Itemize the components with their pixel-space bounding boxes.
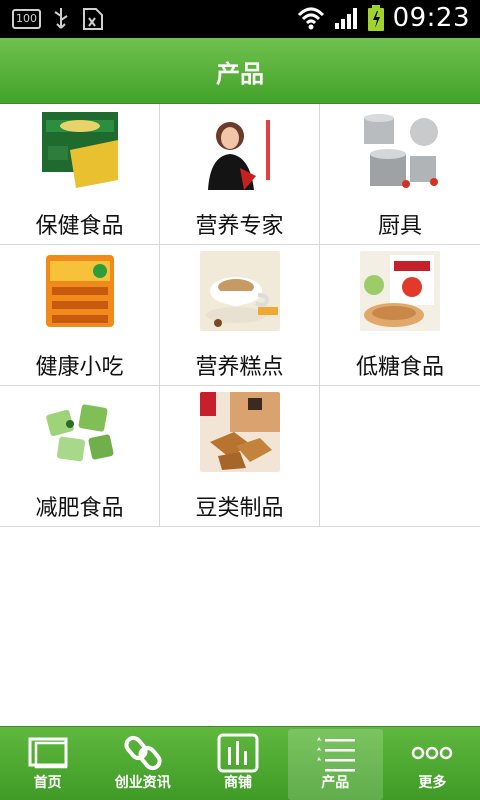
list-icon: [317, 737, 356, 772]
link-icon: [124, 735, 162, 771]
chart-icon: [217, 733, 259, 773]
category-label: 低糖食品: [355, 355, 444, 380]
signal-icon: [334, 8, 357, 29]
title-bar: 产品: [0, 38, 480, 104]
tab-business-news[interactable]: 创业资讯: [95, 727, 190, 800]
category-label: 豆类制品: [195, 496, 284, 521]
category-label: 厨具: [377, 214, 422, 239]
cookware-image: [360, 110, 440, 190]
nutrition-expert-image: [200, 110, 280, 190]
healthy-snacks-image: [40, 251, 120, 331]
status-left-icons: 100: [12, 6, 105, 32]
category-diet-food[interactable]: 减肥食品: [0, 386, 160, 526]
clock: 09:23: [392, 3, 470, 33]
health-food-image: [40, 110, 120, 190]
tab-more[interactable]: 更多: [385, 727, 480, 800]
category-grid: 保健食品 营养专家 厨具 健康小吃 营养糕点 低糖食品 减肥食品 豆类制品: [0, 104, 480, 527]
category-healthy-snacks[interactable]: 健康小吃: [0, 245, 160, 385]
home-icon: [28, 737, 68, 769]
status-right-icons: 09:23: [297, 3, 470, 33]
grid-row: 保健食品 营养专家 厨具: [0, 104, 480, 245]
tab-label: 产品: [321, 775, 350, 791]
category-label: 健康小吃: [35, 355, 124, 380]
bean-products-image: [200, 392, 280, 472]
battery-icon: [367, 5, 384, 31]
low-sugar-food-image: [360, 251, 440, 331]
grid-row: 减肥食品 豆类制品: [0, 386, 480, 527]
tab-label: 首页: [33, 775, 62, 791]
debug-icon: [83, 8, 103, 30]
diet-food-image: [40, 392, 120, 472]
tab-label: 商铺: [224, 775, 252, 791]
tab-products[interactable]: 产品: [287, 729, 383, 800]
grid-row: 健康小吃 营养糕点 低糖食品: [0, 245, 480, 386]
sd-card-icon: 100: [12, 9, 41, 29]
nutritious-pastry-image: [200, 251, 280, 331]
usb-icon: [54, 8, 68, 29]
empty-cell: [320, 386, 480, 526]
category-label: 减肥食品: [35, 496, 124, 521]
category-label: 营养专家: [195, 214, 284, 239]
sd-card-text: 100: [16, 12, 37, 25]
tab-home[interactable]: 首页: [0, 727, 95, 800]
category-nutrition-expert[interactable]: 营养专家: [160, 104, 320, 244]
bottom-nav: 首页 创业资讯 商铺 产品 更多: [0, 726, 480, 800]
category-nutritious-pastry[interactable]: 营养糕点: [160, 245, 320, 385]
wifi-icon: [297, 7, 324, 30]
category-health-food[interactable]: 保健食品: [0, 104, 160, 244]
category-bean-products[interactable]: 豆类制品: [160, 386, 320, 526]
page-title: 产品: [216, 60, 264, 88]
status-bar: 100 09:23: [0, 0, 480, 38]
tab-label: 更多: [418, 775, 447, 791]
tab-label: 创业资讯: [114, 775, 171, 791]
more-icon: [412, 746, 453, 760]
category-cookware[interactable]: 厨具: [320, 104, 480, 244]
category-label: 保健食品: [35, 214, 124, 239]
tab-shops[interactable]: 商铺: [190, 727, 285, 800]
category-low-sugar-food[interactable]: 低糖食品: [320, 245, 480, 385]
category-label: 营养糕点: [195, 355, 284, 380]
